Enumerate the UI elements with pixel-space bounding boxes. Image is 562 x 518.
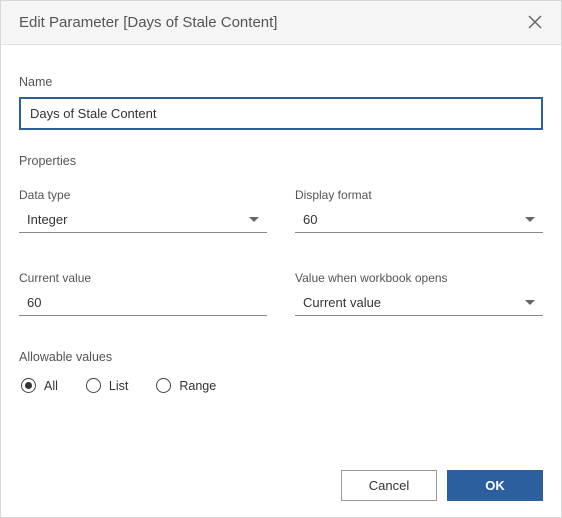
current-value-label: Current value: [19, 271, 267, 285]
radio-range[interactable]: Range: [156, 378, 216, 393]
value-on-open-label: Value when workbook opens: [295, 271, 543, 285]
radio-list[interactable]: List: [86, 378, 128, 393]
dialog-header: Edit Parameter [Days of Stale Content]: [1, 1, 561, 45]
properties-row-1: Data type Integer Display format 60: [19, 188, 543, 233]
data-type-select[interactable]: Integer: [19, 208, 267, 233]
value-on-open-value: Current value: [303, 295, 381, 310]
ok-button[interactable]: OK: [447, 470, 543, 501]
spacer: [19, 393, 543, 470]
data-type-label: Data type: [19, 188, 267, 202]
properties-row-2: Current value 60 Value when workbook ope…: [19, 271, 543, 316]
current-value-input[interactable]: 60: [19, 291, 267, 316]
display-format-label: Display format: [295, 188, 543, 202]
name-input[interactable]: [19, 97, 543, 130]
name-label: Name: [19, 75, 543, 89]
dialog-body: Name Properties Data type Integer Displa…: [1, 45, 561, 517]
data-type-field: Data type Integer: [19, 188, 267, 233]
radio-icon: [156, 378, 171, 393]
properties-heading: Properties: [19, 154, 543, 168]
radio-icon: [86, 378, 101, 393]
dialog-title: Edit Parameter [Days of Stale Content]: [19, 14, 277, 31]
current-value-field: Current value 60: [19, 271, 267, 316]
cancel-button[interactable]: Cancel: [341, 470, 437, 501]
radio-list-label: List: [109, 379, 128, 393]
chevron-down-icon: [525, 300, 535, 305]
radio-all[interactable]: All: [21, 378, 58, 393]
value-on-open-field: Value when workbook opens Current value: [295, 271, 543, 316]
close-button[interactable]: [527, 15, 543, 31]
edit-parameter-dialog: Edit Parameter [Days of Stale Content] N…: [0, 0, 562, 518]
radio-range-label: Range: [179, 379, 216, 393]
display-format-value: 60: [303, 212, 317, 227]
display-format-field: Display format 60: [295, 188, 543, 233]
radio-all-label: All: [44, 379, 58, 393]
allowable-values-label: Allowable values: [19, 350, 543, 364]
value-on-open-select[interactable]: Current value: [295, 291, 543, 316]
display-format-select[interactable]: 60: [295, 208, 543, 233]
chevron-down-icon: [525, 217, 535, 222]
data-type-value: Integer: [27, 212, 67, 227]
radio-icon-checked: [21, 378, 36, 393]
close-icon: [528, 15, 542, 29]
chevron-down-icon: [249, 217, 259, 222]
dialog-footer: Cancel OK: [19, 470, 543, 503]
allowable-values-group: All List Range: [19, 378, 543, 393]
